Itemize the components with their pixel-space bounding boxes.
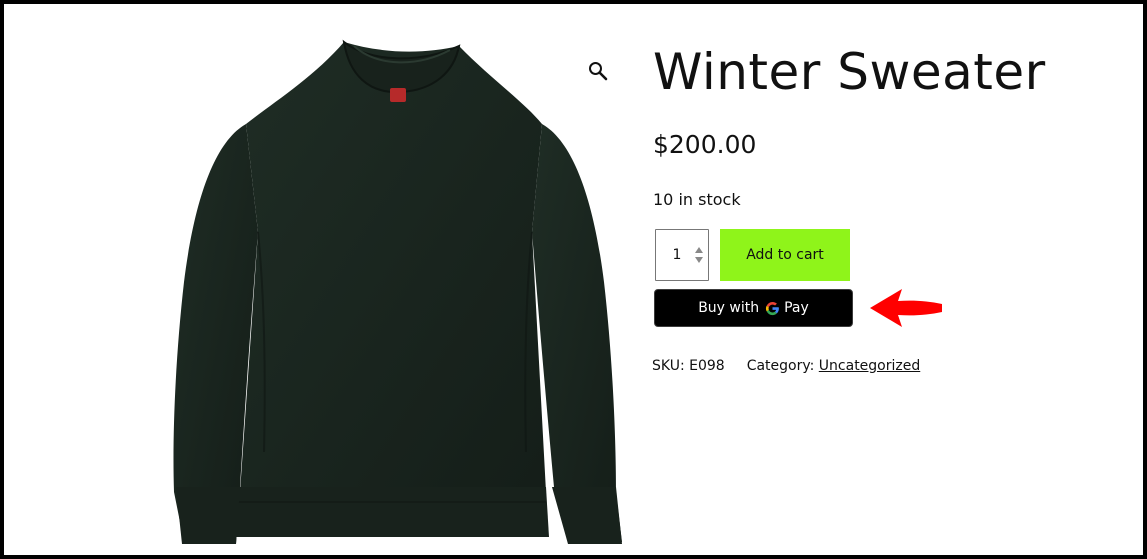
sku-label: SKU:: [652, 358, 685, 374]
gpay-suffix-label: Pay: [784, 300, 809, 316]
magnifier-icon[interactable]: [587, 60, 609, 82]
sweater-image: [173, 39, 622, 544]
add-to-cart-button[interactable]: Add to cart: [720, 229, 850, 281]
category-link[interactable]: Uncategorized: [819, 358, 920, 374]
category-label: Category:: [746, 358, 815, 374]
quantity-value[interactable]: 1: [656, 230, 698, 280]
product-title: Winter Sweater: [653, 43, 1046, 101]
spinner-icon[interactable]: [694, 246, 704, 264]
google-g-icon: [766, 301, 779, 315]
buy-with-google-pay-button[interactable]: Buy with Pay: [654, 289, 853, 327]
product-image[interactable]: [154, 32, 634, 556]
product-summary: Winter Sweater: [653, 42, 1113, 102]
product-meta: SKU: E098 Category: Uncategorized: [652, 358, 920, 374]
product-price: $200.00: [653, 130, 757, 159]
gpay-prefix-label: Buy with: [698, 300, 760, 316]
category: Category: Uncategorized: [747, 358, 921, 374]
sku: SKU: E098: [652, 358, 725, 374]
page-frame: Winter Sweater $200.00 10 in stock 1 Add…: [0, 0, 1147, 559]
red-arrow-icon: [870, 289, 942, 327]
quantity-stepper[interactable]: 1: [655, 229, 709, 281]
sku-value: E098: [689, 358, 725, 374]
stock-status: 10 in stock: [653, 190, 741, 209]
